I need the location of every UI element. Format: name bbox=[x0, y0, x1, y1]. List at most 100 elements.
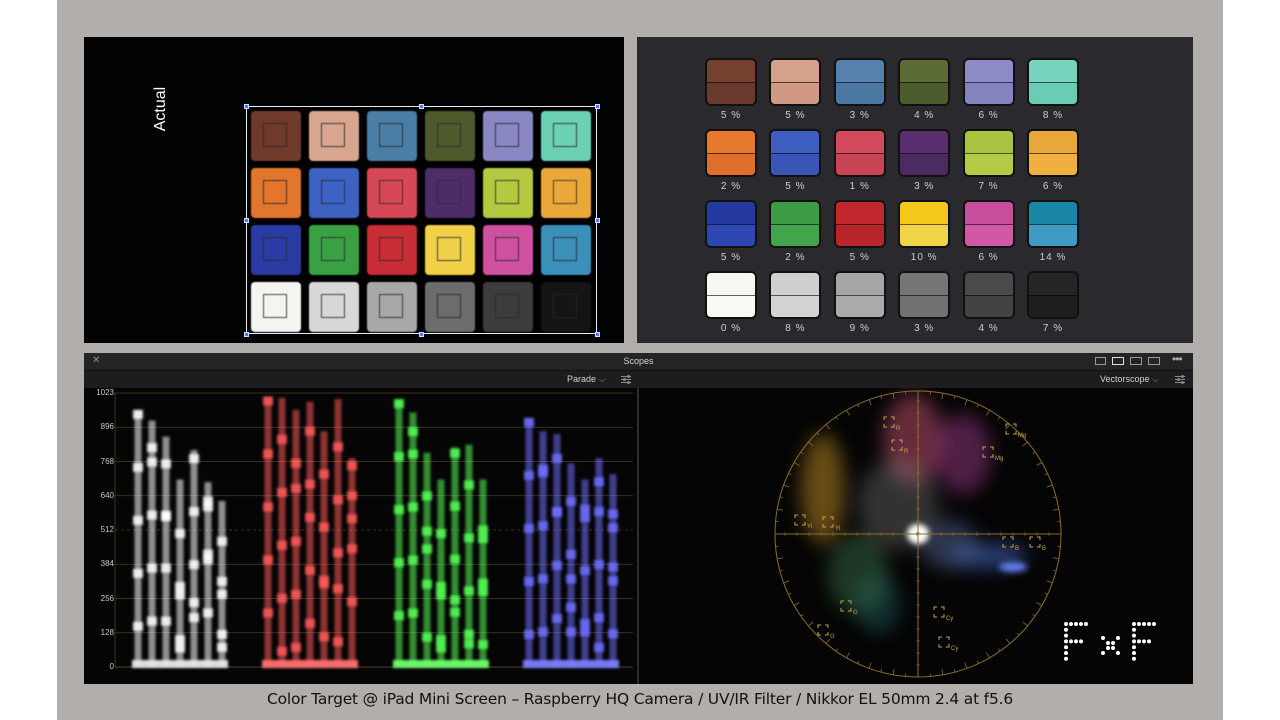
reference-color bbox=[1029, 131, 1077, 153]
swatch-box bbox=[769, 271, 822, 319]
target-label: R bbox=[904, 449, 909, 455]
measured-color bbox=[900, 295, 949, 317]
target-label: B bbox=[1042, 546, 1046, 552]
delta-percent: 6 % bbox=[978, 252, 999, 263]
parade-mode-dropdown[interactable]: Parade ⌵ bbox=[567, 374, 605, 385]
target-label: Cy bbox=[951, 646, 958, 652]
vector-mode-dropdown[interactable]: Vectorscope ⌵ bbox=[1100, 374, 1159, 385]
resize-handle[interactable] bbox=[594, 103, 600, 109]
reference-swatch: 7 % bbox=[1027, 271, 1079, 335]
swatch-divider bbox=[1029, 153, 1077, 154]
logo-dot bbox=[1074, 622, 1078, 626]
swatch-divider bbox=[707, 295, 755, 296]
target-box bbox=[1029, 536, 1041, 548]
reference-chart-panel: 5 % 5 % 3 % 4 % 6 % 8 % 2 % 5 % 1 % 3 % 7 % 6 % 5 % 2… bbox=[637, 37, 1193, 343]
resize-handle[interactable] bbox=[594, 331, 600, 337]
swatch-divider bbox=[964, 153, 1013, 154]
logo-dot bbox=[1132, 633, 1136, 638]
resize-handle[interactable] bbox=[243, 103, 249, 109]
measured-color bbox=[771, 295, 820, 317]
logo-dot bbox=[1106, 641, 1110, 645]
single-layout-icon[interactable] bbox=[1095, 357, 1106, 365]
reference-swatch: 2 % bbox=[769, 200, 822, 264]
swatch-box bbox=[1027, 271, 1079, 319]
logo-dot bbox=[1142, 622, 1146, 626]
delta-percent: 5 % bbox=[785, 110, 806, 121]
measured-color bbox=[835, 153, 884, 175]
reference-swatch: 3 % bbox=[833, 58, 886, 122]
parade-settings-icon[interactable] bbox=[621, 375, 631, 384]
resize-handle[interactable] bbox=[243, 331, 249, 337]
reference-swatch: 8 % bbox=[769, 271, 822, 335]
resize-handle[interactable] bbox=[594, 217, 600, 223]
swatch-box bbox=[962, 58, 1015, 106]
reference-swatch: 9 % bbox=[833, 271, 886, 335]
vector-trace bbox=[801, 394, 1028, 634]
target-label: B bbox=[1015, 546, 1019, 552]
logo-dot bbox=[1084, 622, 1088, 626]
target-label: G bbox=[853, 610, 858, 616]
swatch-box bbox=[898, 271, 951, 319]
reference-swatch: 6 % bbox=[962, 200, 1015, 264]
chevron-down-icon: ⌵ bbox=[599, 375, 606, 384]
delta-percent: 14 % bbox=[1039, 252, 1067, 263]
grid-layout-icon[interactable] bbox=[1148, 357, 1160, 365]
delta-percent: 3 % bbox=[849, 110, 870, 121]
reference-color bbox=[1029, 60, 1077, 82]
actual-label: Actual bbox=[152, 86, 169, 132]
delta-percent: 2 % bbox=[720, 181, 742, 192]
swatch-divider bbox=[1029, 224, 1077, 225]
swatch-divider bbox=[707, 224, 755, 225]
resize-handle[interactable] bbox=[419, 331, 424, 337]
reference-swatch: 7 % bbox=[962, 129, 1015, 193]
fxf-logo bbox=[1064, 622, 1156, 661]
quad-layout-icon[interactable] bbox=[1130, 357, 1142, 365]
swatch-divider bbox=[900, 224, 949, 225]
reference-swatch: 0 % bbox=[705, 271, 757, 335]
delta-percent: 1 % bbox=[849, 181, 870, 192]
delta-percent: 10 % bbox=[910, 252, 938, 263]
scopes-titlebar: ✕ Scopes ••• bbox=[84, 352, 1193, 371]
swatch-divider bbox=[1029, 295, 1077, 296]
measured-color bbox=[900, 224, 949, 246]
dual-layout-icon[interactable] bbox=[1112, 357, 1124, 365]
logo-dot bbox=[1132, 656, 1136, 661]
actual-color-chart[interactable] bbox=[243, 103, 600, 337]
chevron-down-icon: ⌵ bbox=[1152, 375, 1159, 384]
measured-color bbox=[771, 153, 820, 175]
vector-settings-icon[interactable] bbox=[1175, 375, 1185, 384]
reference-color bbox=[707, 202, 755, 224]
logo-dot bbox=[1132, 622, 1136, 626]
y-tick-label: 256 bbox=[100, 593, 114, 603]
swatch-box bbox=[1027, 129, 1079, 177]
swatch-box bbox=[1027, 58, 1079, 106]
logo-dot bbox=[1116, 651, 1120, 655]
resize-handle[interactable] bbox=[419, 103, 424, 109]
measured-color bbox=[771, 82, 820, 104]
reference-swatch: 3 % bbox=[898, 271, 951, 335]
logo-dot bbox=[1147, 622, 1151, 626]
target-label: Mg bbox=[995, 456, 1003, 462]
y-tick-label: 896 bbox=[100, 422, 114, 432]
delta-percent: 7 % bbox=[978, 181, 999, 192]
reference-color bbox=[964, 273, 1013, 295]
logo-dot bbox=[1074, 639, 1078, 644]
target-box bbox=[933, 606, 945, 618]
y-tick-label: 384 bbox=[100, 559, 114, 569]
parade-mode-label: Parade bbox=[567, 374, 597, 384]
parade-channel bbox=[132, 409, 228, 668]
logo-dot bbox=[1064, 622, 1068, 626]
logo-dot bbox=[1064, 633, 1068, 638]
logo-dot bbox=[1132, 627, 1136, 632]
selection-box[interactable] bbox=[246, 106, 597, 334]
y-tick-label: 640 bbox=[100, 490, 114, 500]
logo-dot bbox=[1116, 636, 1120, 640]
measured-color bbox=[900, 153, 949, 175]
measured-color bbox=[707, 82, 755, 104]
swatch-divider bbox=[964, 295, 1013, 296]
reference-color bbox=[835, 60, 884, 82]
reference-swatch: 1 % bbox=[833, 129, 886, 193]
more-options-icon[interactable]: ••• bbox=[1172, 352, 1183, 366]
reference-color bbox=[771, 60, 820, 82]
resize-handle[interactable] bbox=[243, 217, 249, 223]
